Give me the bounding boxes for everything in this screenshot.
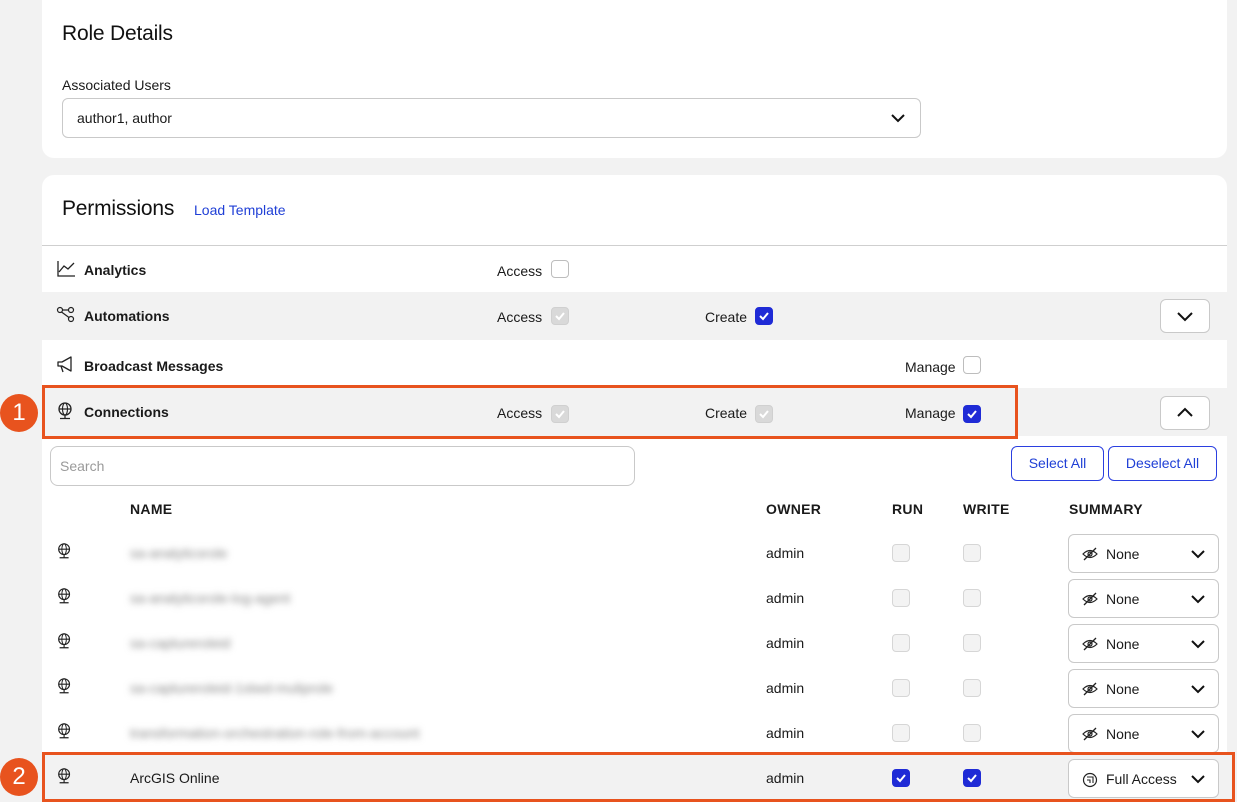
automations-access-checkbox: [551, 307, 569, 325]
eye-off-icon: [1082, 637, 1098, 651]
broadcast-manage-checkbox[interactable]: [963, 356, 981, 374]
globe-icon: [58, 588, 71, 604]
permission-name: Automations: [84, 308, 170, 324]
summary-select[interactable]: None: [1068, 714, 1219, 753]
write-checkbox[interactable]: [963, 679, 981, 697]
connection-owner: admin: [766, 590, 805, 606]
summary-select[interactable]: None: [1068, 579, 1219, 618]
associated-users-value: author1, author: [77, 110, 172, 126]
eye-off-icon: [1082, 727, 1098, 741]
chevron-down-icon: [1177, 312, 1193, 322]
globe-icon: [58, 678, 71, 694]
connections-search-input[interactable]: [50, 446, 635, 486]
write-checkbox[interactable]: [963, 634, 981, 652]
write-checkbox[interactable]: [963, 589, 981, 607]
run-checkbox[interactable]: [892, 589, 910, 607]
write-checkbox[interactable]: [963, 724, 981, 742]
globe-icon: [58, 543, 71, 559]
run-checkbox[interactable]: [892, 679, 910, 697]
associated-users-label: Associated Users: [62, 77, 171, 93]
table-row: sa-analyticsrole admin None: [42, 530, 1227, 575]
chevron-down-icon: [891, 114, 905, 123]
connection-owner: admin: [766, 680, 805, 696]
permission-row-analytics: Analytics Access: [42, 246, 1227, 294]
chevron-down-icon: [1191, 550, 1205, 559]
create-label: Create: [705, 309, 748, 325]
permission-row-broadcast-messages: Broadcast Messages Manage: [42, 342, 1227, 390]
summary-value: None: [1106, 546, 1140, 562]
column-header-owner: OWNER: [766, 501, 822, 517]
globe-icon: [58, 633, 71, 649]
workflow-icon: [56, 306, 75, 323]
megaphone-icon: [57, 356, 72, 373]
chart-line-icon: [57, 261, 75, 277]
chevron-down-icon: [1191, 595, 1205, 604]
connection-name: sa-analyticsrole-log-agent: [130, 590, 291, 606]
role-details-card: Role Details Associated Users author1, a…: [42, 0, 1227, 158]
table-row: sa-analyticsrole-log-agent admin None: [42, 575, 1227, 620]
summary-value: None: [1106, 591, 1140, 607]
manage-label: Manage: [905, 359, 956, 375]
globe-icon: [58, 723, 71, 739]
permission-row-automations: Automations Access Create: [42, 292, 1227, 340]
chevron-down-icon: [1191, 730, 1205, 739]
table-row: sa-captureroleid-1stwd-muliprole admin Non…: [42, 665, 1227, 710]
table-row: transformation-orchestration-role-from-a…: [42, 710, 1227, 755]
eye-off-icon: [1082, 682, 1098, 696]
associated-users-select[interactable]: author1, author: [62, 98, 921, 138]
connection-name: sa-captureroleid: [130, 635, 231, 651]
eye-off-icon: [1082, 547, 1098, 561]
summary-value: None: [1106, 636, 1140, 652]
expand-button[interactable]: [1160, 299, 1210, 333]
column-header-run: RUN: [892, 501, 924, 517]
chevron-down-icon: [1191, 640, 1205, 649]
select-all-button[interactable]: Select All: [1011, 446, 1104, 481]
annotation-badge-1: 1: [0, 394, 38, 432]
eye-off-icon: [1082, 592, 1098, 606]
automations-create-checkbox[interactable]: [755, 307, 773, 325]
load-template-link[interactable]: Load Template: [194, 202, 286, 218]
table-row: sa-captureroleid admin None: [42, 620, 1227, 665]
connection-owner: admin: [766, 635, 805, 651]
analytics-access-checkbox[interactable]: [551, 260, 569, 278]
run-checkbox[interactable]: [892, 544, 910, 562]
permission-name: Broadcast Messages: [84, 358, 224, 374]
permissions-card: Permissions Load Template Analytics Acce…: [42, 175, 1227, 802]
highlight-arcgis-row: [42, 752, 1235, 802]
collapse-button[interactable]: [1160, 396, 1210, 430]
access-label: Access: [497, 263, 543, 279]
summary-select[interactable]: None: [1068, 624, 1219, 663]
permission-name: Analytics: [84, 262, 147, 278]
annotation-badge-2: 2: [0, 758, 38, 796]
column-header-write: WRITE: [963, 501, 1010, 517]
highlight-connections-row: [42, 385, 1018, 439]
connection-name: transformation-orchestration-role-from-a…: [130, 725, 420, 741]
permissions-title: Permissions: [62, 197, 175, 220]
chevron-down-icon: [1191, 685, 1205, 694]
column-header-summary: SUMMARY: [1069, 501, 1143, 517]
summary-select[interactable]: None: [1068, 534, 1219, 573]
role-details-title: Role Details: [62, 22, 173, 45]
deselect-all-button[interactable]: Deselect All: [1108, 446, 1217, 481]
connection-owner: admin: [766, 725, 805, 741]
write-checkbox[interactable]: [963, 544, 981, 562]
summary-select[interactable]: None: [1068, 669, 1219, 708]
summary-value: None: [1106, 681, 1140, 697]
connection-name: sa-captureroleid-1stwd-muliprole: [130, 680, 334, 696]
access-label: Access: [497, 309, 543, 325]
column-header-name: NAME: [130, 501, 173, 517]
chevron-up-icon: [1177, 407, 1193, 417]
run-checkbox[interactable]: [892, 724, 910, 742]
summary-value: None: [1106, 726, 1140, 742]
connection-name: sa-analyticsrole: [130, 545, 228, 561]
run-checkbox[interactable]: [892, 634, 910, 652]
connection-owner: admin: [766, 545, 805, 561]
